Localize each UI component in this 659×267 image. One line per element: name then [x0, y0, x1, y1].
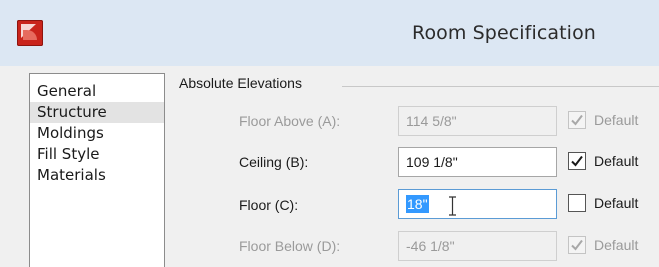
ceiling-default-checkbox[interactable]: [568, 152, 586, 170]
ceiling-field[interactable]: 109 1/8": [398, 147, 557, 177]
floor-label: Floor (C):: [239, 197, 299, 213]
checkmark-icon: [571, 239, 583, 251]
app-icon[interactable]: [17, 20, 43, 46]
ceiling-label: Ceiling (B):: [239, 154, 309, 170]
category-item-fill-style[interactable]: Fill Style: [30, 144, 164, 165]
floor-above-label: Floor Above (A):: [239, 113, 341, 129]
category-item-structure[interactable]: Structure: [30, 102, 164, 123]
floor-field-selected-text: 18": [406, 195, 429, 213]
floor-above-default-checkbox[interactable]: [568, 111, 586, 129]
group-divider: [342, 86, 659, 87]
floor-default-checkbox[interactable]: [568, 194, 586, 212]
category-list[interactable]: General Structure Moldings Fill Style Ma…: [29, 73, 165, 267]
ceiling-default-label[interactable]: Default: [594, 153, 638, 169]
floor-default-label[interactable]: Default: [594, 195, 638, 211]
title-bar: Room Specification: [0, 0, 659, 66]
floor-below-label: Floor Below (D):: [239, 238, 341, 254]
window-title: Room Specification: [412, 22, 596, 44]
category-item-materials[interactable]: Materials: [30, 165, 164, 186]
floor-above-default-label[interactable]: Default: [594, 112, 638, 128]
floor-field[interactable]: 18": [398, 189, 557, 219]
checkmark-icon: [571, 114, 583, 126]
category-item-moldings[interactable]: Moldings: [30, 123, 164, 144]
checkmark-icon: [571, 155, 583, 167]
group-label-absolute-elevations: Absolute Elevations: [179, 75, 302, 91]
floor-below-default-label[interactable]: Default: [594, 237, 638, 253]
floor-below-field[interactable]: -46 1/8": [398, 231, 557, 261]
floor-above-field[interactable]: 114 5/8": [398, 106, 557, 136]
floor-below-default-checkbox[interactable]: [568, 236, 586, 254]
category-item-general[interactable]: General: [30, 81, 164, 102]
i-beam-cursor-icon: [449, 196, 456, 216]
